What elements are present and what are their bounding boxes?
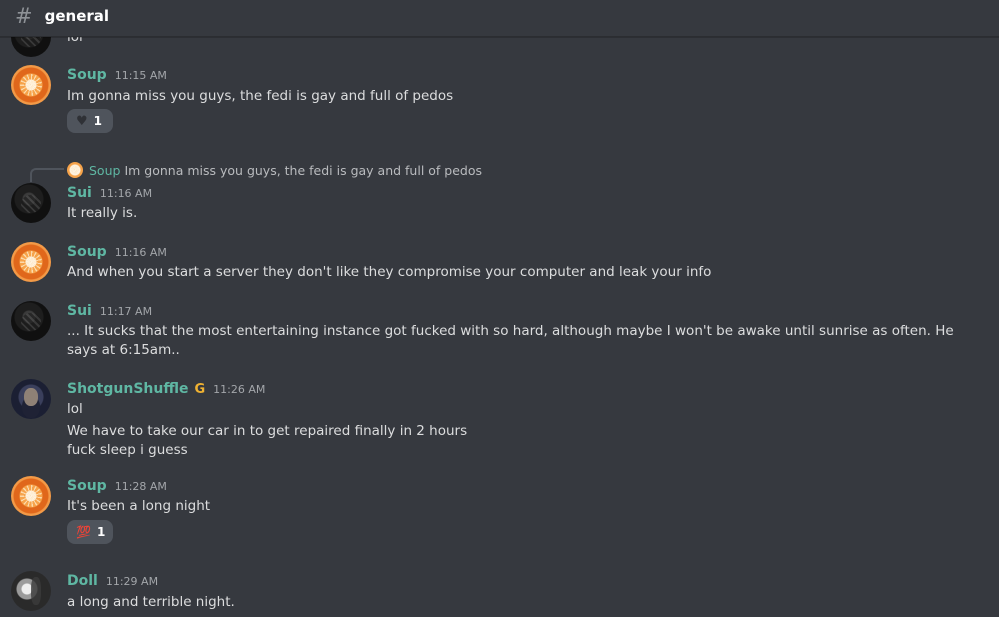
avatar[interactable] (11, 37, 51, 57)
username[interactable]: Doll (67, 573, 98, 589)
message-text: We have to take our car in to get repair… (67, 423, 468, 439)
reaction-button[interactable]: 💯 1 (67, 520, 113, 544)
message-text: It's been a long night (67, 498, 211, 514)
username[interactable]: Sui (67, 185, 92, 201)
avatar[interactable] (11, 301, 51, 341)
message-text: Im gonna miss you guys, the fedi is gay … (67, 88, 454, 104)
avatar[interactable] (11, 183, 51, 223)
channel-header: # general (0, 0, 999, 37)
timestamp: 11:16 AM (114, 246, 167, 259)
avatar[interactable] (11, 476, 51, 516)
message-text: lol (67, 37, 83, 45)
username[interactable]: ShotgunShuffle (67, 381, 188, 397)
username[interactable]: Sui (67, 303, 92, 319)
avatar[interactable] (11, 571, 51, 611)
message-text: And when you start a server they don't l… (67, 264, 712, 280)
message-text: lol (67, 401, 83, 417)
message-header: Soup 11:28 AM (67, 478, 167, 494)
username[interactable]: Soup (67, 478, 107, 494)
reply-avatar (67, 162, 83, 178)
channel-hash-icon: # (15, 3, 33, 28)
username[interactable]: Soup (67, 67, 107, 83)
timestamp: 11:29 AM (105, 575, 159, 588)
channel-title: general (44, 7, 110, 25)
message-header: ShotgunShuffle G 11:26 AM (67, 381, 265, 397)
reaction-count: 1 (96, 525, 106, 539)
message-text: fuck sleep i guess (67, 442, 188, 458)
timestamp: 11:26 AM (213, 383, 266, 396)
reply-author[interactable]: Soup (89, 163, 120, 178)
timestamp: 11:16 AM (99, 187, 153, 200)
message-text: It really is. (67, 205, 138, 221)
message-text: ... It sucks that the most entertaining … (67, 323, 954, 358)
username[interactable]: Soup (67, 244, 107, 260)
reaction-button[interactable]: ♥ 1 (67, 109, 113, 133)
message-text: a long and terrible night. (67, 594, 235, 610)
guild-tag-badge-icon[interactable]: G (194, 382, 205, 397)
message-header: Sui 11:16 AM (67, 185, 152, 201)
message-feed[interactable]: lol Soup 11:15 AM Im gonna miss you guys… (0, 37, 999, 617)
black-heart-icon: ♥ (76, 113, 88, 129)
avatar[interactable] (11, 65, 51, 105)
reaction-count: 1 (93, 114, 103, 128)
reply-preview[interactable]: Soup Im gonna miss you guys, the fedi is… (67, 162, 482, 178)
hundred-points-icon: 💯 (76, 525, 91, 539)
reply-connector (30, 168, 64, 182)
reply-text: Im gonna miss you guys, the fedi is gay … (124, 162, 483, 178)
message-header: Soup 11:15 AM (67, 67, 167, 83)
message-header: Sui 11:17 AM (67, 303, 152, 319)
timestamp: 11:15 AM (114, 69, 167, 82)
avatar[interactable] (11, 242, 51, 282)
timestamp: 11:17 AM (99, 305, 153, 318)
timestamp: 11:28 AM (114, 480, 167, 493)
avatar[interactable] (11, 379, 51, 419)
message-header: Soup 11:16 AM (67, 244, 167, 260)
message-header: Doll 11:29 AM (67, 573, 158, 589)
